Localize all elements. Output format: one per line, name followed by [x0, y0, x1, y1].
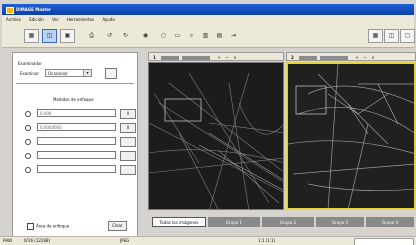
- grid-toggle-button[interactable]: [105, 68, 117, 79]
- layout-grid-icon[interactable]: ▦: [368, 29, 383, 43]
- focus-sidebar: Examinador Examinar Ocasional ▾ Medidas …: [12, 52, 138, 237]
- focus-area-checkbox-row[interactable]: Área de enfoque: [27, 223, 69, 230]
- zoom-out-icon[interactable]: —: [225, 53, 229, 62]
- layout-split-icon[interactable]: ◫: [384, 29, 399, 43]
- close-icon[interactable]: ×: [371, 53, 374, 62]
- menu-bar: Archivo Edición Ver Herramientas Ayuda: [2, 15, 414, 25]
- focus-remove-button[interactable]: [120, 151, 136, 161]
- focus-radio[interactable]: [25, 139, 31, 145]
- info-icon[interactable]: ▤: [212, 29, 227, 43]
- focus-radio[interactable]: [25, 153, 31, 159]
- focus-row: 0.0000000 X: [25, 123, 136, 133]
- tab-todas-las-imagenes[interactable]: Todas las imágenes: [152, 217, 206, 227]
- redacted-filename: [320, 56, 349, 60]
- focus-row: [25, 151, 136, 161]
- tab-grupo-3[interactable]: Grupo 3: [316, 217, 364, 227]
- focus-row: [25, 165, 136, 175]
- focus-radio[interactable]: [25, 167, 31, 173]
- single-view-icon[interactable]: ▣: [60, 29, 75, 43]
- print-icon[interactable]: ⎙: [84, 29, 99, 43]
- pane-header-1: 1 + — ×: [148, 52, 284, 61]
- zoom-out-icon[interactable]: —: [363, 53, 367, 62]
- focus-title: Medidas de enfoque: [53, 97, 94, 102]
- focus-field[interactable]: [37, 165, 116, 173]
- focus-field[interactable]: [37, 137, 116, 145]
- menu-archivo[interactable]: Archivo: [6, 15, 21, 25]
- status-count: 0/16 (12288): [24, 238, 51, 243]
- title-bar: DIMAGE Master: [2, 4, 414, 15]
- status-bar: RAW 0/16 (12288) JPEG 1:1 (1:1): [0, 236, 416, 245]
- status-mode: RAW: [3, 238, 13, 243]
- toolbar: ▦ ◫ ▣ ⎙ ↺ ↻ ◉ ○ ▭ ⌕ ▥ ▤ ⇥ ▦ ◫ ▢: [2, 25, 415, 48]
- pane-number: 1: [153, 55, 156, 60]
- focus-field[interactable]: [37, 151, 116, 159]
- thumbnails-icon[interactable]: ▦: [24, 29, 39, 43]
- layout-single-icon[interactable]: ▢: [400, 29, 415, 43]
- section-label: Examinador: [18, 61, 42, 66]
- focus-radio[interactable]: [25, 111, 31, 117]
- app-window: DIMAGE Master Archivo Edición Ver Herram…: [0, 0, 416, 245]
- zoom-in-icon[interactable]: +: [355, 53, 358, 62]
- clear-button[interactable]: Clear: [108, 221, 127, 231]
- status-field: [354, 238, 414, 245]
- circle-select-icon[interactable]: ○: [156, 29, 171, 43]
- scale-label: Examinar: [20, 71, 39, 76]
- status-zoom: 1:1 (1:1): [258, 238, 276, 243]
- edge-detail-image: [149, 63, 283, 209]
- focus-field[interactable]: 0.000: [37, 109, 116, 117]
- scale-select[interactable]: Ocasional ▾: [45, 69, 92, 77]
- focus-field[interactable]: 0.0000000: [37, 123, 116, 131]
- menu-ver[interactable]: Ver: [52, 15, 59, 25]
- send-icon[interactable]: ⇥: [226, 29, 241, 43]
- menu-herramientas[interactable]: Herramientas: [67, 15, 94, 25]
- divider: [16, 83, 134, 84]
- redacted-filename: [182, 56, 211, 60]
- image-pane-1[interactable]: [148, 62, 284, 210]
- redacted-filename: [299, 56, 318, 60]
- focus-radio[interactable]: [25, 125, 31, 131]
- focus-area-checkbox[interactable]: [27, 223, 34, 230]
- edge-detail-image: [288, 64, 414, 208]
- focus-area-label: Área de enfoque: [36, 223, 70, 229]
- tab-grupo-1[interactable]: Grupo 1: [208, 217, 260, 227]
- window-title: DIMAGE Master: [16, 7, 51, 12]
- zoom-icon[interactable]: ⌕: [184, 29, 199, 43]
- tab-grupo-4[interactable]: Grupo 4: [366, 217, 414, 227]
- menu-ayuda[interactable]: Ayuda: [102, 15, 114, 25]
- focus-remove-button[interactable]: X: [120, 123, 136, 133]
- rotate-right-icon[interactable]: ↻: [118, 29, 133, 43]
- tab-grupo-2[interactable]: Grupo 2: [262, 217, 314, 227]
- menu-edicion[interactable]: Edición: [29, 15, 43, 25]
- zoom-in-icon[interactable]: +: [217, 53, 220, 62]
- app-logo-icon: [6, 7, 14, 14]
- status-format: JPEG: [120, 238, 130, 243]
- focus-remove-button[interactable]: [120, 137, 136, 147]
- scale-select-value: Ocasional: [48, 71, 68, 76]
- fit-icon[interactable]: ▭: [170, 29, 185, 43]
- histogram-icon[interactable]: ▥: [198, 29, 213, 43]
- focus-remove-button[interactable]: [120, 165, 136, 175]
- chevron-down-icon: ▾: [83, 70, 91, 76]
- focus-row: [25, 137, 136, 147]
- redacted-filename: [161, 56, 180, 60]
- image-pane-2[interactable]: [286, 62, 416, 210]
- focus-remove-button[interactable]: X: [120, 109, 136, 119]
- camera-icon[interactable]: ◉: [138, 29, 153, 43]
- group-tabs: Todas las imágenes Grupo 1 Grupo 2 Grupo…: [148, 216, 416, 229]
- focus-row: 0.000 X: [25, 109, 136, 119]
- close-icon[interactable]: ×: [233, 53, 236, 62]
- compare-icon[interactable]: ◫: [42, 29, 57, 43]
- pane-number: 2: [291, 55, 294, 60]
- rotate-left-icon[interactable]: ↺: [102, 29, 117, 43]
- pane-header-2: 2 + — ×: [286, 52, 416, 61]
